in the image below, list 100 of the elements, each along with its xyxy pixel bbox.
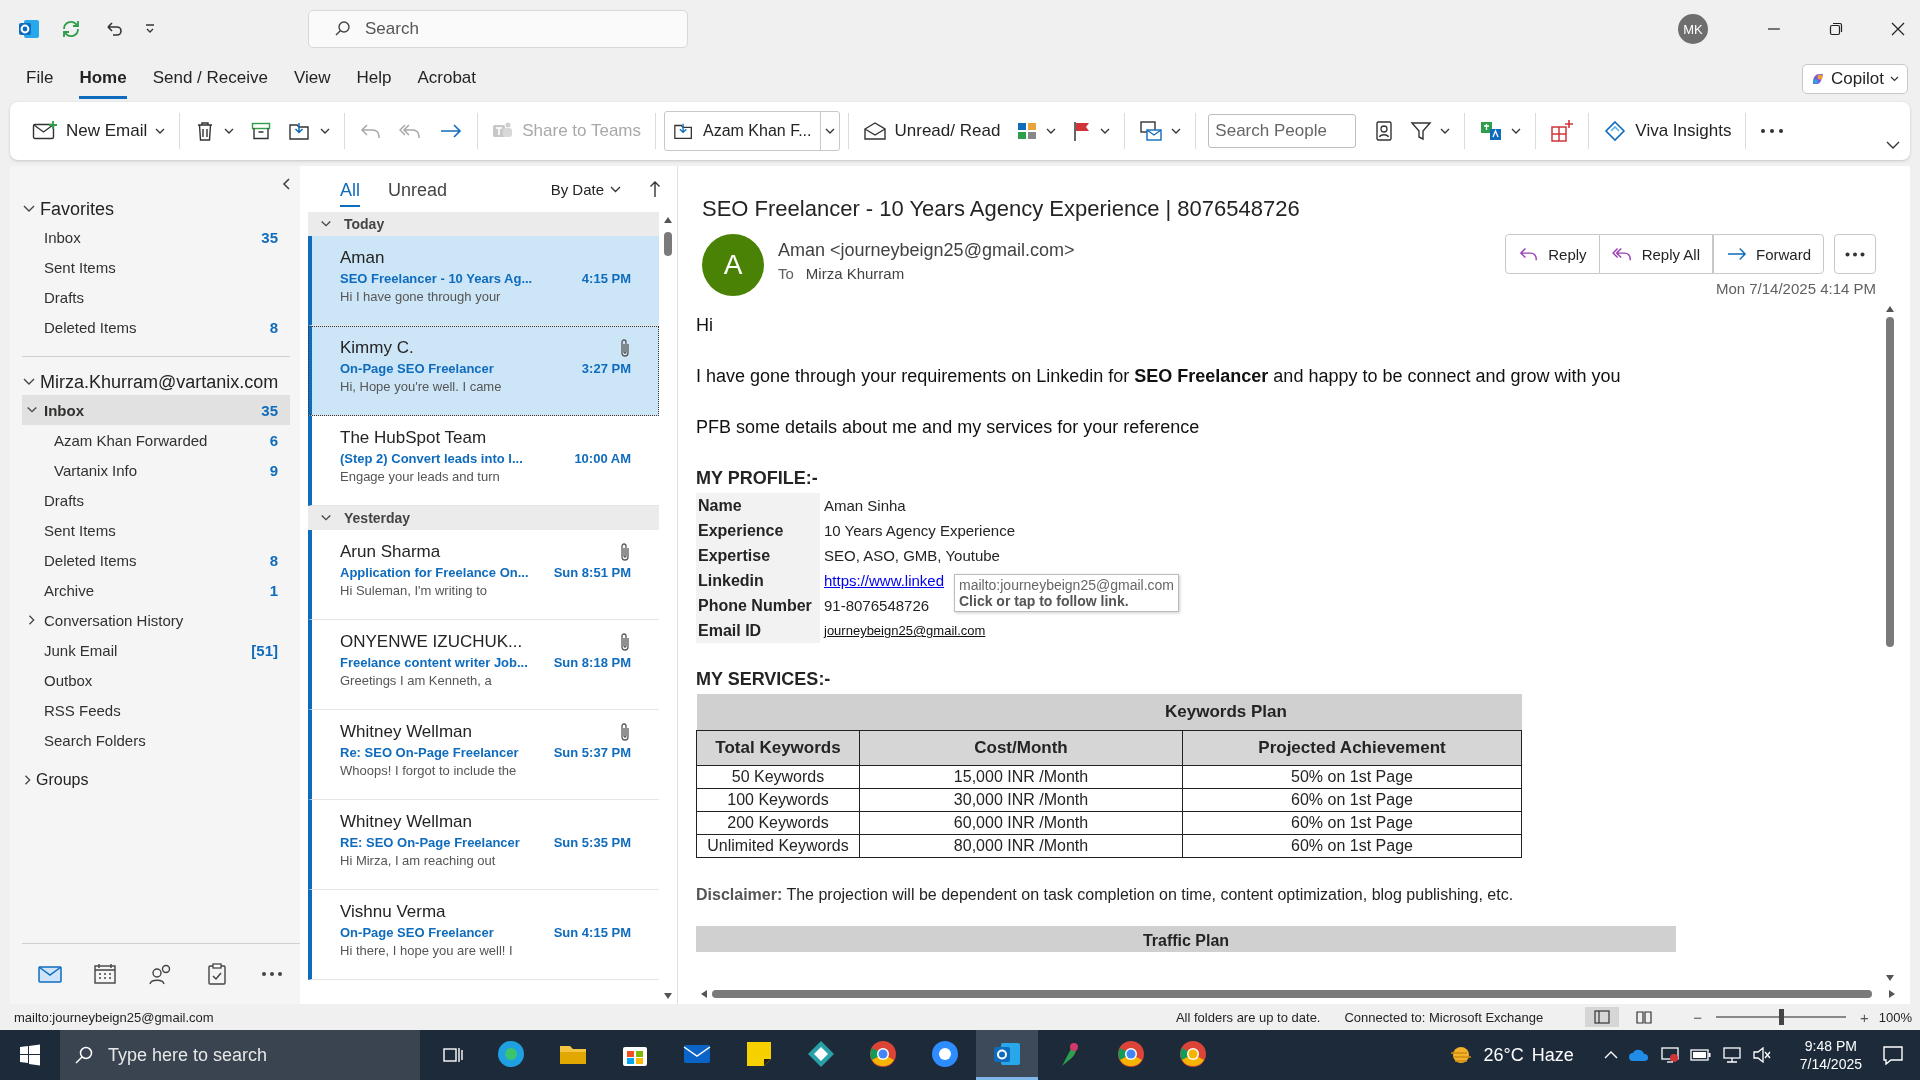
caret-icon (1100, 128, 1111, 134)
restore-icon[interactable] (1828, 21, 1844, 37)
sort-direction-arrow-icon[interactable] (649, 180, 661, 198)
menu-tab[interactable]: Home (79, 59, 127, 99)
message-item[interactable]: ONYENWE IZUCHUK... Freelance content writer Job... Sun 8:18 PM Greetings I am Kenneth, a (308, 620, 659, 710)
close-icon[interactable] (1890, 21, 1906, 37)
zoom-in-button[interactable]: + (1860, 1008, 1869, 1026)
message-item[interactable]: Arun Sharma Application for Freelance On... Sun 8:51 PM Hi Suleman, I'm writing to (308, 530, 659, 620)
task-view-icon[interactable] (442, 1045, 464, 1065)
mail-app-icon[interactable] (976, 1030, 1038, 1080)
category-grid-icon (1016, 120, 1039, 142)
item-count: 35 (261, 401, 278, 419)
scroll-up-icon[interactable] (1885, 305, 1895, 313)
menu-tab[interactable]: Acrobat (417, 59, 477, 99)
expand-ribbon-icon[interactable] (1886, 141, 1900, 150)
message-item[interactable]: Whitney Wellman Re: SEO On-Page Freelancer Sun 5:37 PM Whoops! I forgot to include the (308, 710, 659, 800)
folder-item[interactable]: Search Folders (22, 725, 290, 755)
folder-item[interactable]: Archive 1 (22, 575, 290, 605)
sender-name: Arun Sharma (340, 542, 441, 562)
quick-steps-dropdown[interactable]: Azam Khan F... (664, 111, 840, 151)
sort-dropdown[interactable]: By Date (544, 179, 627, 199)
battery-icon[interactable] (1689, 1048, 1712, 1062)
profile-label: Expertise (696, 543, 820, 568)
new-email-button[interactable]: New Email (26, 111, 172, 151)
folder-item[interactable]: Sent Items (22, 515, 290, 545)
scroll-down-icon[interactable] (663, 992, 673, 1000)
folder-item[interactable]: Deleted Items 8 (22, 545, 290, 575)
scroll-down-icon[interactable] (1885, 974, 1895, 982)
menu-tab[interactable]: Help (356, 59, 392, 99)
email-link[interactable]: journeybeign25@gmail.com (824, 623, 986, 638)
folder-item[interactable]: Azam Khan Forwarded 6 (22, 425, 290, 455)
scroll-up-icon[interactable] (663, 216, 673, 224)
profile-label: Email ID (696, 618, 820, 643)
notification-icon[interactable] (1882, 1045, 1904, 1065)
temperature[interactable]: 26°C (1483, 1044, 1524, 1066)
forward-button[interactable]: Forward (1713, 234, 1824, 274)
folder-item[interactable]: Deleted Items 8 (22, 312, 290, 342)
weather-condition[interactable]: Haze (1531, 1044, 1574, 1066)
muted-speaker-icon[interactable] (1751, 1047, 1772, 1063)
scroll-thumb[interactable] (664, 232, 672, 256)
groups-header[interactable]: Groups (22, 767, 290, 793)
search-field[interactable]: Search (308, 10, 688, 48)
message-subject: SEO Freelancer - 10 Years Ag... (340, 271, 533, 286)
collapse-pane-icon[interactable] (282, 178, 292, 190)
status-link-url: mailto:journeybeign25@gmail.com (14, 1009, 214, 1025)
clock-date[interactable]: 7/14/2025 (1799, 1055, 1862, 1074)
network-icon[interactable] (1721, 1047, 1742, 1063)
favorites-header[interactable]: Favorites (22, 196, 290, 222)
profile-link[interactable]: https://www.linked (824, 572, 945, 589)
folder-item[interactable]: Outbox (22, 665, 290, 695)
folder-item[interactable]: Vartanix Info 9 (22, 455, 290, 485)
scroll-thumb[interactable] (712, 990, 1873, 998)
folder-item[interactable]: Sent Items (22, 252, 290, 282)
start-icon[interactable] (19, 1044, 41, 1066)
unread-read-button[interactable]: Unread/ Read (856, 111, 1007, 151)
viva-insights-button[interactable]: Viva Insights (1597, 111, 1738, 151)
monitor-alert-icon[interactable] (1659, 1046, 1680, 1064)
tooltip-url: mailto:journeybeign25@gmail.com (959, 577, 1174, 593)
user-avatar[interactable]: MK (1678, 14, 1708, 44)
message-item[interactable]: Aman SEO Freelancer - 10 Years Ag... 4:15 PM Hi I have gone through your (308, 236, 659, 326)
date-group-header[interactable]: Yesterday (308, 506, 659, 530)
folder-item[interactable]: Junk Email [51] (22, 635, 290, 665)
reply-button[interactable]: Reply (1505, 234, 1600, 274)
message-subject: Re: SEO On-Page Freelancer (340, 745, 519, 760)
folder-item[interactable]: Drafts (22, 485, 290, 515)
normal-view-icon[interactable] (1585, 1007, 1620, 1027)
date-group-header[interactable]: Today (308, 212, 659, 236)
folder-item[interactable]: Drafts (22, 282, 290, 312)
chevron-up-icon[interactable] (1603, 1050, 1618, 1060)
zoom-out-button[interactable]: − (1693, 1008, 1702, 1026)
folder-item[interactable]: Inbox 35 (22, 395, 290, 425)
folder-item[interactable]: RSS Feeds (22, 695, 290, 725)
sync-icon[interactable] (60, 18, 82, 40)
scroll-thumb[interactable] (1886, 317, 1894, 647)
message-time: Sun 5:37 PM (553, 745, 631, 760)
reply-all-button[interactable]: Reply All (1599, 234, 1713, 274)
scroll-right-icon[interactable] (1888, 989, 1896, 999)
profile-label: Linkedin (696, 568, 820, 593)
message-item[interactable]: Kimmy C. On-Page SEO Freelancer 3:27 PM Hi, Hope you're well. I came (308, 326, 659, 416)
filter-tab[interactable]: All (340, 171, 360, 207)
calendar-icon[interactable] (92, 962, 119, 986)
menu-tab[interactable]: View (293, 59, 331, 99)
scroll-left-icon[interactable] (700, 989, 708, 999)
search-people-field[interactable]: Search People (1208, 114, 1357, 148)
copilot-button[interactable]: Copilot (1802, 64, 1908, 94)
clock-time[interactable]: 9:48 PM (1804, 1036, 1857, 1055)
item-count: 1 (269, 581, 278, 599)
menu-tab[interactable]: Send / Receive (152, 59, 268, 99)
account-header[interactable]: Mirza.Khurram@vartanix.com (22, 369, 290, 395)
filter-tab[interactable]: Unread (388, 171, 448, 207)
folder-item[interactable]: Inbox 35 (22, 222, 290, 252)
taskbar-search-field[interactable]: Type here to search (60, 1030, 420, 1080)
menu-tab[interactable]: File (26, 59, 54, 99)
folder-item[interactable]: Conversation History (22, 605, 290, 635)
table-cell: 30,000 INR /Month (859, 788, 1183, 812)
reply-all-arrow-icon (1611, 245, 1634, 263)
cloud-icon[interactable] (1627, 1048, 1650, 1062)
message-item[interactable]: Vishnu Verma On-Page SEO Freelancer Sun 4:15 PM Hi there, I hope you are well! I (308, 890, 659, 980)
more-actions-button[interactable] (1834, 234, 1876, 274)
message-item[interactable]: Whitney Wellman RE: SEO On-Page Freelancer Sun 5:35 PM Hi Mirza, I am reaching out (308, 800, 659, 890)
